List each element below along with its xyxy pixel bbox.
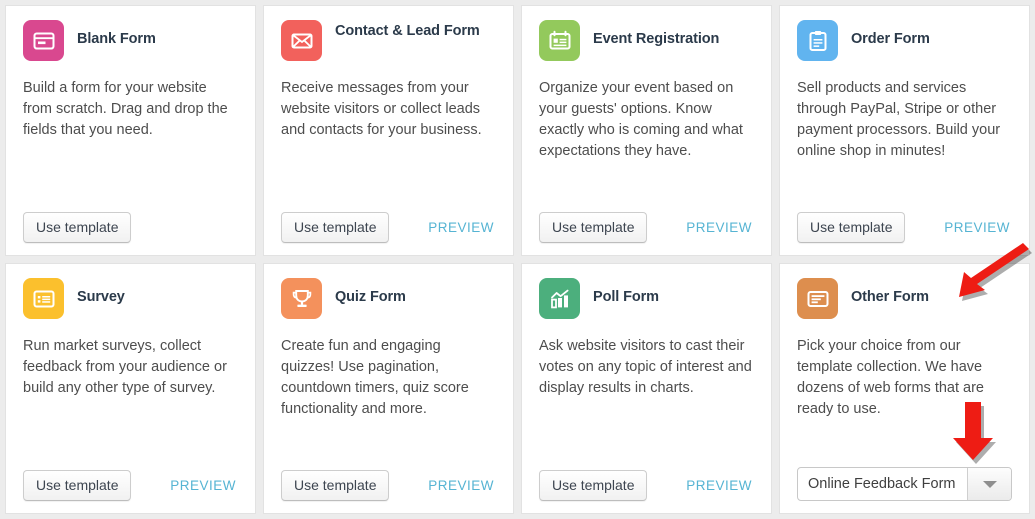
card-title: Contact & Lead Form (335, 23, 480, 39)
trophy-icon (281, 278, 322, 319)
window-icon (23, 20, 64, 61)
card-description: Build a form for your website from scrat… (23, 80, 228, 139)
list-document-icon (23, 278, 64, 319)
card-description: Organize your event based on your guests… (539, 80, 743, 160)
chevron-down-icon[interactable] (967, 468, 1011, 500)
card-description: Run market surveys, collect feedback fro… (23, 338, 227, 397)
template-select-value: Online Feedback Form (808, 476, 956, 492)
template-card-contact-lead-form[interactable]: Contact & Lead Form Receive messages fro… (263, 5, 514, 256)
card-header: Blank Form (23, 20, 238, 66)
preview-link[interactable]: PREVIEW (944, 220, 1012, 235)
card-footer: Use template PREVIEW (539, 469, 754, 501)
use-template-button[interactable]: Use template (281, 469, 390, 501)
card-description: Receive messages from your website visit… (281, 80, 482, 139)
template-card-quiz-form[interactable]: Quiz Form Create fun and engaging quizze… (263, 263, 514, 514)
card-description: Create fun and engaging quizzes! Use pag… (281, 338, 469, 418)
card-description: Pick your choice from our template colle… (797, 338, 984, 418)
card-description: Ask website visitors to cast their votes… (539, 338, 752, 397)
card-header: Order Form (797, 20, 1012, 66)
envelope-icon (281, 20, 322, 61)
card-footer: Use template PREVIEW (797, 211, 1012, 243)
preview-link[interactable]: PREVIEW (686, 478, 754, 493)
card-footer: Use template (23, 211, 238, 243)
use-template-button[interactable]: Use template (539, 211, 648, 243)
card-title: Poll Form (593, 289, 659, 305)
use-template-button[interactable]: Use template (797, 211, 906, 243)
card-title: Blank Form (77, 31, 156, 47)
card-footer: Use template PREVIEW (281, 469, 496, 501)
preview-link[interactable]: PREVIEW (170, 478, 238, 493)
card-header: Survey (23, 278, 238, 324)
template-card-blank-form[interactable]: Blank Form Build a form for your website… (5, 5, 256, 256)
card-header: Poll Form (539, 278, 754, 324)
card-footer: Use template PREVIEW (539, 211, 754, 243)
use-template-button[interactable]: Use template (23, 469, 132, 501)
template-card-poll-form[interactable]: Poll Form Ask website visitors to cast t… (521, 263, 772, 514)
preview-link[interactable]: PREVIEW (428, 478, 496, 493)
card-footer: Use template PREVIEW (281, 211, 496, 243)
card-title: Event Registration (593, 31, 720, 47)
card-title: Order Form (851, 31, 930, 47)
use-template-button[interactable]: Use template (281, 211, 390, 243)
use-template-button[interactable]: Use template (23, 211, 132, 243)
template-card-other-form[interactable]: Other Form Pick your choice from our tem… (779, 243, 1032, 514)
clipboard-icon (797, 20, 838, 61)
card-header: Quiz Form (281, 278, 496, 324)
card-title: Quiz Form (335, 289, 406, 305)
text-card-icon (797, 278, 838, 319)
card-footer: Use template PREVIEW (23, 469, 238, 501)
template-card-survey[interactable]: Survey Run market surveys, collect feedb… (5, 263, 256, 514)
template-card-order-form[interactable]: Order Form Sell products and services th… (779, 5, 1030, 256)
template-card-event-registration[interactable]: Event Registration Organize your event b… (521, 5, 772, 256)
card-header: Contact & Lead Form (281, 20, 496, 66)
card-header: Event Registration (539, 20, 754, 66)
card-title: Other Form (851, 289, 929, 305)
template-card-grid: Blank Form Build a form for your website… (0, 0, 1035, 519)
card-description: Sell products and services through PayPa… (797, 80, 1001, 160)
card-title: Survey (77, 289, 125, 305)
card-footer: Online Feedback Form (797, 467, 1012, 501)
bar-chart-icon (539, 278, 580, 319)
preview-link[interactable]: PREVIEW (428, 220, 496, 235)
use-template-button[interactable]: Use template (539, 469, 648, 501)
card-header: Other Form (797, 278, 1012, 324)
calendar-card-icon (539, 20, 580, 61)
template-select[interactable]: Online Feedback Form (797, 467, 1012, 501)
preview-link[interactable]: PREVIEW (686, 220, 754, 235)
